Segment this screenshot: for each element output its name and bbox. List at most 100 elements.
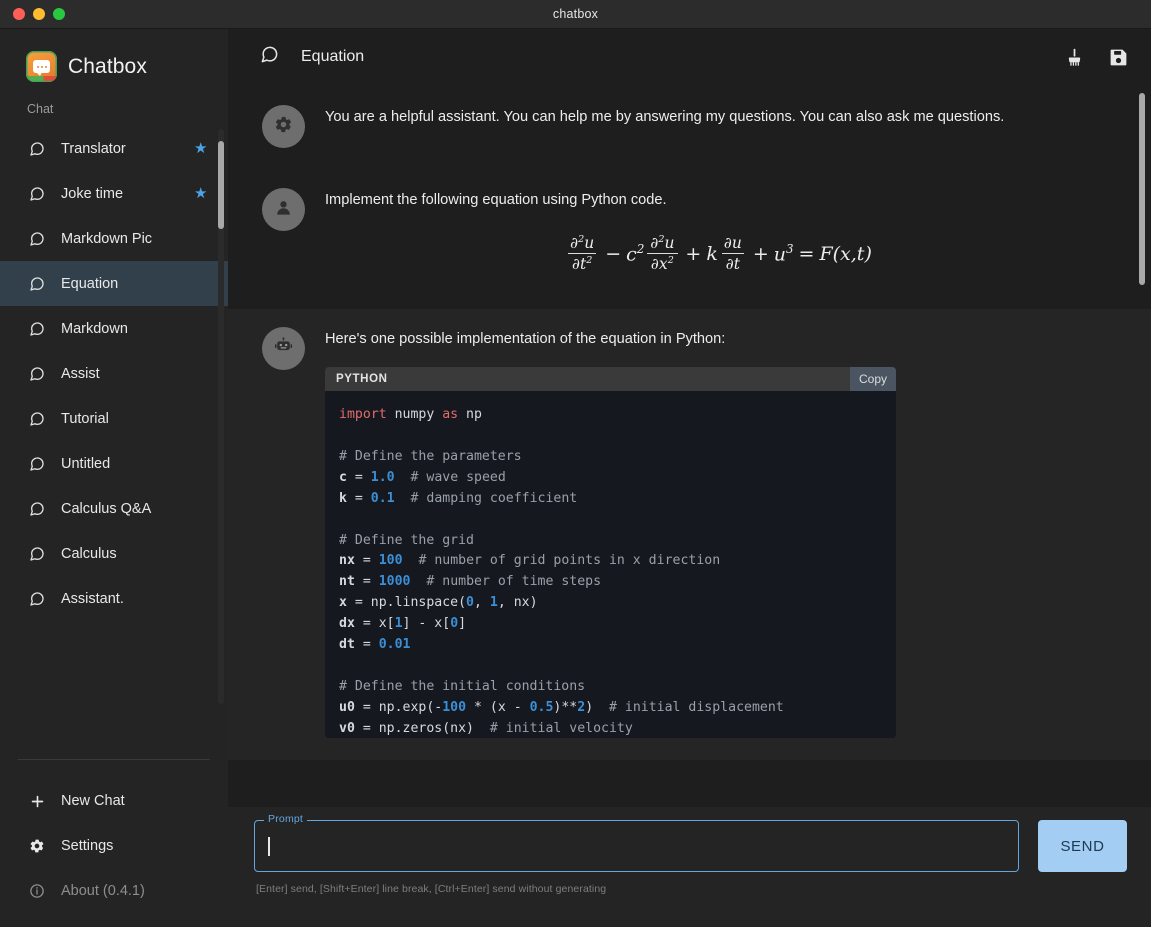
sidebar-footer-gear-item[interactable]: Settings [0,823,228,868]
minimize-button[interactable] [33,8,45,20]
sidebar-item-markdown-pic[interactable]: Markdown Pic [0,216,228,261]
avatar [262,327,305,370]
sidebar-item-label: Calculus [61,546,208,562]
chat-bubble-icon [29,456,45,472]
plus-icon [29,793,45,809]
sidebar-item-calculus-q-a[interactable]: Calculus Q&A [0,486,228,531]
chatbox-logo-icon [26,51,57,82]
chat-bubble-icon [29,276,45,292]
message-body: Here's one possible implementation of th… [325,329,1111,738]
window-controls [0,8,65,20]
sidebar-item-label: Markdown [61,321,208,337]
send-button[interactable]: SEND [1038,820,1127,872]
sidebar: Chatbox Chat Translator ★ Joke time ★ Markdo… [0,29,228,927]
sidebar-item-label: Calculus Q&A [61,501,208,517]
main-panel: Equation [228,29,1151,927]
window-body: Chatbox Chat Translator ★ Joke time ★ Markdo… [0,29,1151,927]
code-block-header: PYTHON Copy [325,367,896,391]
sidebar-item-assist[interactable]: Assist [0,351,228,396]
message-text: You are a helpful assistant. You can hel… [325,107,1111,129]
message-system: You are a helpful assistant. You can hel… [228,85,1151,176]
star-icon[interactable]: ★ [194,186,208,201]
save-icon[interactable] [1107,46,1129,68]
prompt-input[interactable] [254,820,1019,872]
sidebar-item-label: Tutorial [61,411,208,427]
sidebar-item-label: Markdown Pic [61,231,208,247]
sidebar-item-label: Assist [61,366,208,382]
sidebar-footer-label: New Chat [61,793,125,809]
window-title: chatbox [0,7,1151,21]
clean-icon[interactable] [1063,46,1085,68]
chat-bubble-icon [29,231,45,247]
close-button[interactable] [13,8,25,20]
sidebar-scrollbar[interactable] [218,129,224,704]
chat-bubble-icon [29,321,45,337]
avatar [262,105,305,148]
main-header: Equation [228,29,1151,85]
maximize-button[interactable] [53,8,65,20]
composer-row: Prompt SEND [254,820,1127,872]
composer-hint: [Enter] send, [Shift+Enter] line break, … [254,872,1127,895]
chat-bubble-icon [260,45,279,69]
star-icon[interactable]: ★ [194,141,208,156]
message-text: Implement the following equation using P… [325,190,1111,212]
code-language-label: PYTHON [336,373,388,385]
messages-scrollbar[interactable] [1139,93,1145,799]
chat-bubble-icon [29,411,45,427]
app-window: chatbox Chatbox Chat Translator★Joke tim… [0,0,1151,927]
message-body: Implement the following equation using P… [325,190,1111,273]
header-actions [1063,46,1129,68]
text-caret [268,837,270,856]
brand: Chatbox [0,29,228,98]
chat-bubble-icon [29,501,45,517]
sidebar-footer: New Chat Settings About (0.4.1) [0,760,228,927]
person-icon [274,198,293,222]
sidebar-footer-plus-item[interactable]: New Chat [0,778,228,823]
header-left: Equation [260,45,1063,69]
equation-display: ∂2u∂t2 − c2 ∂2u∂x2 + k ∂u∂t + u3 = F(x,t [325,234,1111,273]
sidebar-item-label: Joke time [61,186,178,202]
gear-icon [29,838,45,854]
chat-bubble-icon [29,366,45,382]
sidebar-footer-info-item[interactable]: About (0.4.1) [0,868,228,913]
message-body: You are a helpful assistant. You can hel… [325,107,1111,148]
chat-list: Translator ★ Joke time ★ Markdown Pic Equatio… [0,126,228,751]
chat-bubble-icon [29,546,45,562]
sidebar-item-tutorial[interactable]: Tutorial [0,396,228,441]
sidebar-item-joke-time[interactable]: Joke time ★ [0,171,228,216]
sidebar-item-calculus[interactable]: Calculus [0,531,228,576]
message-list: You are a helpful assistant. You can hel… [228,85,1151,807]
code-content: import numpy as np # Define the paramete… [325,391,896,738]
sidebar-item-label: Assistant. [61,591,208,607]
message-assistant: Here's one possible implementation of th… [228,309,1151,760]
composer: Prompt SEND [Enter] send, [Shift+Enter] … [228,807,1151,927]
sidebar-scrollbar-thumb[interactable] [218,141,224,229]
brand-name: Chatbox [68,55,147,79]
sidebar-item-label: Untitled [61,456,208,472]
sidebar-item-equation[interactable]: Equation [0,261,228,306]
page-title: Equation [301,48,364,66]
message-user: Implement the following equation using P… [228,176,1151,309]
robot-icon [274,337,293,361]
chat-bubble-icon [29,186,45,202]
messages-scrollbar-thumb[interactable] [1139,93,1145,285]
title-bar: chatbox [0,0,1151,29]
sidebar-item-untitled[interactable]: Untitled [0,441,228,486]
chat-section-label: Chat [0,98,228,126]
copy-button[interactable]: Copy [850,367,896,391]
prompt-wrap: Prompt [254,820,1019,872]
message-text: Here's one possible implementation of th… [325,329,1111,351]
avatar [262,188,305,231]
prompt-legend: Prompt [264,813,307,825]
sidebar-footer-label: About (0.4.1) [61,883,145,899]
sidebar-item-assistant[interactable]: Assistant. [0,576,228,621]
code-block: PYTHON Copy import numpy as np # Define … [325,367,896,738]
sidebar-item-label: Equation [61,276,208,292]
chat-bubble-icon [29,591,45,607]
gear-icon [274,115,293,139]
info-icon [29,883,45,899]
chat-bubble-icon [29,141,45,157]
sidebar-item-label: Translator [61,141,178,157]
sidebar-item-markdown[interactable]: Markdown [0,306,228,351]
sidebar-item-translator[interactable]: Translator ★ [0,126,228,171]
